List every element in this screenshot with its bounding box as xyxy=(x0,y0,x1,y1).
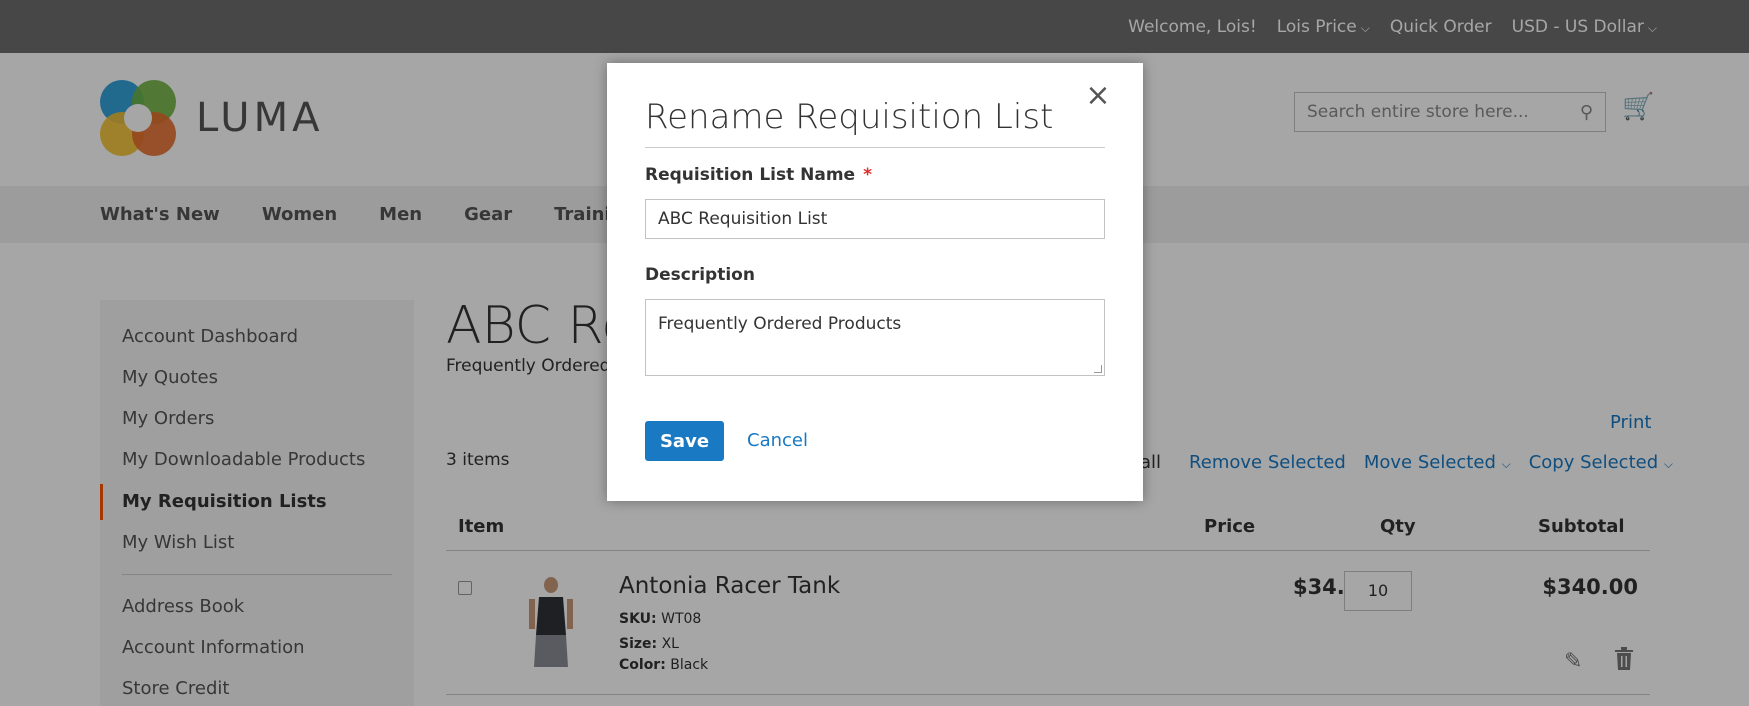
resize-handle-icon[interactable] xyxy=(1094,365,1102,373)
save-button[interactable]: Save xyxy=(645,421,724,461)
description-textarea[interactable]: Frequently Ordered Products xyxy=(645,299,1105,376)
description-text: Frequently Ordered Products xyxy=(658,314,902,334)
description-label: Description xyxy=(645,265,755,285)
list-name-label-text: Requisition List Name xyxy=(645,165,856,185)
required-asterisk: * xyxy=(863,165,872,185)
rename-requisition-list-modal: × Rename Requisition List Requisition Li… xyxy=(607,63,1143,501)
list-name-label: Requisition List Name * xyxy=(645,165,872,185)
cancel-button[interactable]: Cancel xyxy=(747,430,808,451)
modal-divider xyxy=(645,147,1105,148)
list-name-input[interactable]: ABC Requisition List xyxy=(645,199,1105,239)
modal-title: Rename Requisition List xyxy=(645,97,1054,137)
close-icon[interactable]: × xyxy=(1083,81,1113,111)
